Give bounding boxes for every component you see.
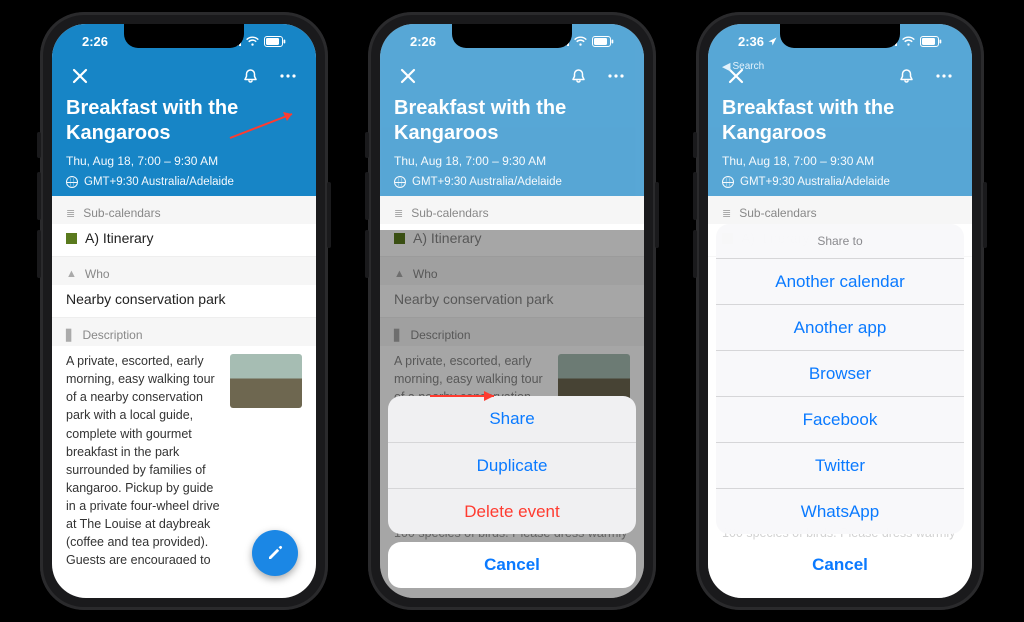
calendar-color-swatch (66, 233, 77, 244)
event-timezone: GMT+9:30 Australia/Adelaide (84, 176, 234, 188)
event-timezone-row: GMT+9:30 Australia/Adelaide (722, 176, 958, 188)
globe-icon (722, 176, 734, 188)
event-timezone-row: GMT+9:30 Australia/Adelaide (394, 176, 630, 188)
share-twitter[interactable]: Twitter (716, 442, 964, 488)
share-another-app[interactable]: Another app (716, 304, 964, 350)
share-facebook[interactable]: Facebook (716, 396, 964, 442)
globe-icon (394, 176, 406, 188)
phone-1: 2:26 (40, 12, 328, 610)
back-to-search[interactable]: ◀Search (722, 60, 764, 73)
bell-icon[interactable] (236, 62, 264, 90)
phone-3: 2:36 ◀Search (696, 12, 984, 610)
more-icon[interactable] (274, 62, 302, 90)
sheet-cancel[interactable]: Cancel (388, 542, 636, 588)
text-icon: ▋ (66, 329, 74, 342)
sheet-delete[interactable]: Delete event (388, 488, 636, 534)
more-icon[interactable] (930, 62, 958, 90)
who-value-row[interactable]: Nearby conservation park (52, 285, 316, 318)
bell-icon[interactable] (892, 62, 920, 90)
section-who: ▲ Who (52, 257, 316, 285)
wifi-icon (901, 36, 916, 47)
wifi-icon (245, 36, 260, 47)
event-title: Breakfast with the Kangaroos (722, 96, 958, 146)
event-datetime: Thu, Aug 18, 7:00 – 9:30 AM (722, 154, 958, 168)
status-time: 2:26 (410, 34, 436, 49)
globe-icon (66, 176, 78, 188)
wifi-icon (573, 36, 588, 47)
sheet-share[interactable]: Share (388, 396, 636, 442)
notch (452, 24, 572, 48)
share-another-calendar[interactable]: Another calendar (716, 258, 964, 304)
share-whatsapp[interactable]: WhatsApp (716, 488, 964, 534)
screen-3: 2:36 ◀Search (708, 24, 972, 598)
screen-1: 2:26 (52, 24, 316, 598)
stack-icon: ≣ (66, 207, 75, 220)
event-datetime: Thu, Aug 18, 7:00 – 9:30 AM (394, 154, 630, 168)
bell-icon[interactable] (564, 62, 592, 90)
share-action-sheet: Share to Another calendar Another app Br… (716, 224, 964, 588)
event-title: Breakfast with the Kangaroos (394, 96, 630, 146)
status-time: 2:36 (738, 34, 764, 49)
close-icon[interactable] (66, 62, 94, 90)
description-image[interactable] (230, 354, 302, 408)
battery-icon (920, 36, 942, 47)
more-action-sheet: Share Duplicate Delete event Cancel (388, 396, 636, 588)
share-cancel[interactable]: Cancel (716, 542, 964, 588)
share-browser[interactable]: Browser (716, 350, 964, 396)
sub-calendar-value-row[interactable]: A) Itinerary (52, 224, 316, 257)
close-icon[interactable] (394, 62, 422, 90)
status-time: 2:26 (82, 34, 108, 49)
battery-icon (592, 36, 614, 47)
more-icon[interactable] (602, 62, 630, 90)
annotation-arrow-share (428, 388, 506, 404)
annotation-arrow-more (226, 108, 306, 142)
screen-2: 2:26 Breakfast wi (380, 24, 644, 598)
event-timezone-row: GMT+9:30 Australia/Adelaide (66, 176, 302, 188)
person-icon: ▲ (66, 268, 77, 280)
section-description: ▋ Description (52, 318, 316, 346)
sheet-duplicate[interactable]: Duplicate (388, 442, 636, 488)
event-datetime: Thu, Aug 18, 7:00 – 9:30 AM (66, 154, 302, 168)
notch (780, 24, 900, 48)
section-sub-calendars: ≣ Sub-calendars (52, 196, 316, 224)
location-icon (768, 37, 777, 46)
notch (124, 24, 244, 48)
share-to-header: Share to (716, 224, 964, 258)
phone-2: 2:26 Breakfast wi (368, 12, 656, 610)
edit-fab[interactable] (252, 530, 298, 576)
battery-icon (264, 36, 286, 47)
